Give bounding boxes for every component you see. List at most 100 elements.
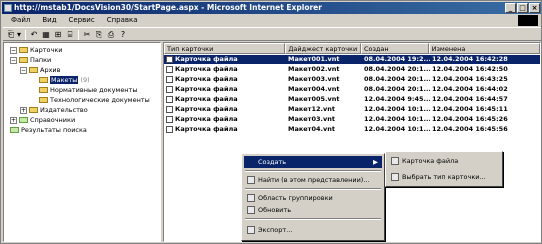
- table-row[interactable]: Карточка файла Макет04.vnt 12.04.2004 10…: [164, 125, 540, 134]
- cell-type: Карточка файла: [164, 125, 286, 134]
- menu-item-find[interactable]: Найти (в этом представлении)...: [244, 174, 382, 186]
- properties-icon[interactable]: ⌸: [65, 29, 75, 40]
- menu-item-create[interactable]: Создать ▶: [244, 156, 382, 168]
- menu-separator: [245, 218, 381, 220]
- cell-created: 12.04.2004 10:1...: [364, 105, 430, 113]
- file-card-icon: [166, 65, 173, 73]
- find-icon: [247, 176, 255, 184]
- grouping-icon: [247, 194, 255, 202]
- windows-logo-icon: [518, 15, 538, 26]
- table-row[interactable]: Карточка файла Макет001.vnt 08.04.2004 1…: [164, 55, 540, 64]
- menu-item-grouping[interactable]: Область группировки: [244, 192, 382, 204]
- menu-file[interactable]: Файл: [9, 15, 32, 26]
- cell-type: Карточка файла: [164, 65, 286, 74]
- collapse-icon[interactable]: −: [20, 66, 27, 74]
- table-row[interactable]: Карточка файла Макет002.vnt 08.04.2004 2…: [164, 65, 540, 74]
- table-row[interactable]: Карточка файла Макет03.vnt 12.04.2004 10…: [164, 115, 540, 124]
- cell-type: Карточка файла: [164, 105, 286, 114]
- cell-modified: 12.04.2004 16:42:50: [432, 65, 508, 73]
- expand-icon[interactable]: +: [10, 116, 17, 124]
- chevron-down-icon[interactable]: ▾: [16, 29, 22, 40]
- copy-icon[interactable]: ⎘: [94, 29, 104, 40]
- menu-item-export[interactable]: Экспорт...: [244, 224, 382, 236]
- file-card-icon: [166, 55, 173, 63]
- cell-type-text: Карточка файла: [175, 105, 238, 113]
- collapse-icon[interactable]: −: [10, 56, 17, 64]
- table-row[interactable]: Карточка файла Макет005.vnt 12.04.2004 9…: [164, 95, 540, 104]
- cell-modified: 12.04.2004 16:45:26: [432, 115, 508, 123]
- collapse-icon[interactable]: −: [10, 46, 17, 54]
- menu-separator: [245, 170, 381, 172]
- card-type-icon: [391, 173, 399, 181]
- toolbar: ⎗ ▾ ↶ ▦ ⊞ ⌸ ✂ ⎘ ⎙ ?: [3, 27, 541, 41]
- new-card-icon[interactable]: ⎗: [6, 29, 16, 40]
- tree-node-regulatory-docs[interactable]: Нормативные документы: [39, 86, 137, 95]
- cell-modified: 12.04.2004 16:45:56: [432, 125, 508, 133]
- cell-created: 12.04.2004 10:1...: [364, 125, 430, 133]
- column-header-modified[interactable]: Изменена: [428, 43, 540, 54]
- cell-digest: Макет005.vnt: [288, 95, 340, 103]
- cell-digest: Макет03.vnt: [288, 115, 335, 123]
- submenu-arrow-icon: ▶: [373, 158, 378, 166]
- browser-window: http://mstab1/DocsVision30/StartPage.asp…: [0, 0, 542, 244]
- submenu-item-choose-type[interactable]: Выбрать тип карточки...: [388, 170, 500, 184]
- cell-created: 08.04.2004 20:1...: [364, 75, 430, 83]
- cut-icon[interactable]: ✂: [82, 29, 92, 40]
- table-row[interactable]: Карточка файла Макет004.vnt 08.04.2004 2…: [164, 85, 540, 94]
- view-icon[interactable]: ▦: [41, 29, 51, 40]
- table-header: Тип карточки Дайджест карточки Создан Из…: [164, 43, 540, 54]
- file-card-icon: [166, 115, 173, 123]
- tree-node-layouts[interactable]: Макеты (9): [39, 76, 90, 85]
- file-card-icon: [391, 157, 399, 165]
- cell-modified: 12.04.2004 16:45:11: [432, 105, 508, 113]
- cell-type: Карточка файла: [164, 75, 286, 84]
- window-controls: _ □ ×: [505, 3, 540, 13]
- expand-icon[interactable]: +: [20, 106, 27, 114]
- menu-item-label: Обновить: [258, 206, 292, 214]
- minimize-button[interactable]: _: [505, 3, 516, 13]
- tree-node-label: Архив: [40, 66, 61, 74]
- close-button[interactable]: ×: [529, 3, 540, 13]
- folder-icon: [19, 47, 28, 53]
- tree-node-search-results[interactable]: Результаты поиска: [10, 126, 87, 135]
- grid-icon[interactable]: ⊞: [53, 29, 63, 40]
- column-header-created[interactable]: Создан: [360, 43, 429, 54]
- menu-help[interactable]: Справка: [105, 15, 140, 26]
- tree-node-archive[interactable]: − Архив: [20, 66, 60, 75]
- create-submenu: Карточка файла Выбрать тип карточки...: [385, 151, 503, 187]
- tree-node-label: Папки: [30, 56, 52, 64]
- help-icon[interactable]: ?: [118, 29, 128, 40]
- menu-item-label: Область группировки: [258, 194, 333, 202]
- cell-type-text: Карточка файла: [175, 65, 238, 73]
- export-icon: [247, 226, 255, 234]
- cell-digest: Макет001.vnt: [288, 55, 340, 63]
- column-header-digest[interactable]: Дайджест карточки: [285, 43, 361, 54]
- submenu-item-file-card[interactable]: Карточка файла: [388, 154, 500, 168]
- file-card-icon: [166, 85, 173, 93]
- tree-node-label: Макеты: [50, 76, 79, 84]
- folder-tree: − Карточки − Папки − Архив Макеты (9) Норма…: [3, 42, 161, 242]
- print-icon[interactable]: ⎙: [106, 29, 116, 40]
- table-row[interactable]: Карточка файла Макет003.vnt 08.04.2004 2…: [164, 75, 540, 84]
- back-icon[interactable]: ↶: [29, 29, 39, 40]
- table-row[interactable]: Карточка файла Макет12.vnt 12.04.2004 10…: [164, 105, 540, 114]
- folder-icon: [29, 67, 38, 73]
- column-header-type[interactable]: Тип карточки: [164, 43, 286, 54]
- menu-tools[interactable]: Сервис: [67, 15, 97, 26]
- tree-node-cards[interactable]: − Карточки: [10, 46, 62, 55]
- title-bar: http://mstab1/DocsVision30/StartPage.asp…: [2, 2, 541, 14]
- cell-created: 08.04.2004 19:2...: [364, 55, 430, 63]
- maximize-button[interactable]: □: [517, 3, 528, 13]
- menu-view[interactable]: Вид: [40, 15, 58, 26]
- cell-type-text: Карточка файла: [175, 115, 238, 123]
- folder-icon: [19, 57, 28, 63]
- menu-bar: Файл Вид Сервис Справка: [3, 15, 140, 26]
- tree-node-directories[interactable]: + Справочники: [10, 116, 75, 125]
- tree-node-label: Результаты поиска: [21, 126, 87, 134]
- tree-node-tech-docs[interactable]: Технологические документы: [39, 96, 150, 105]
- tree-node-publishing[interactable]: + Издательство: [20, 106, 88, 115]
- toolbar-separator: [25, 30, 26, 40]
- cell-type: Карточка файла: [164, 85, 286, 94]
- tree-node-folders[interactable]: − Папки: [10, 56, 51, 65]
- menu-item-refresh[interactable]: Обновить: [244, 204, 382, 216]
